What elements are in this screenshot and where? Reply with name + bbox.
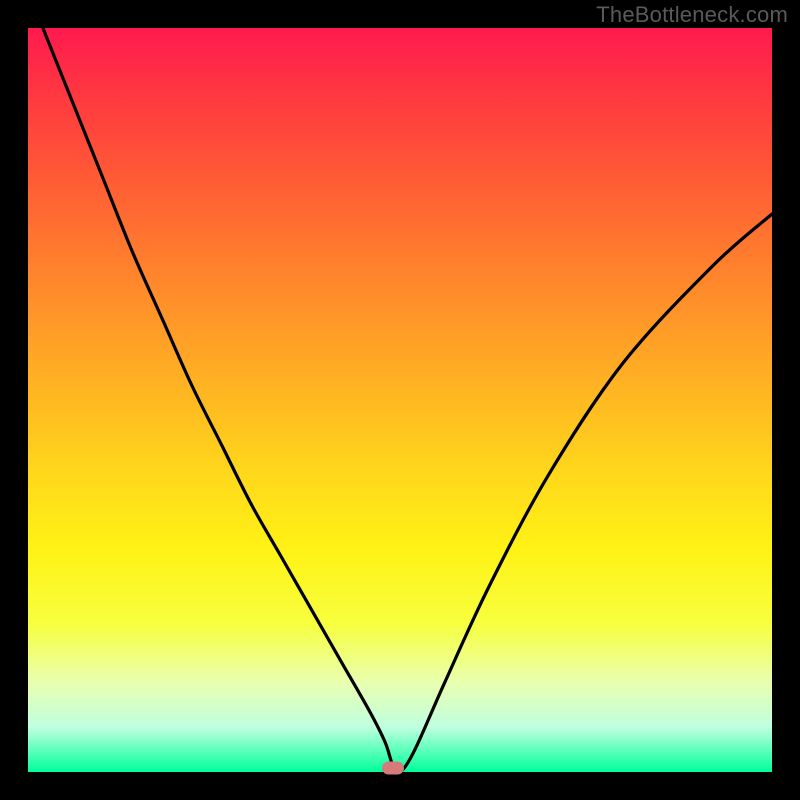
watermark-text: TheBottleneck.com (596, 2, 788, 28)
bottleneck-curve (28, 28, 772, 772)
optimal-marker (382, 762, 404, 775)
chart-frame: TheBottleneck.com (0, 0, 800, 800)
plot-area (28, 28, 772, 772)
